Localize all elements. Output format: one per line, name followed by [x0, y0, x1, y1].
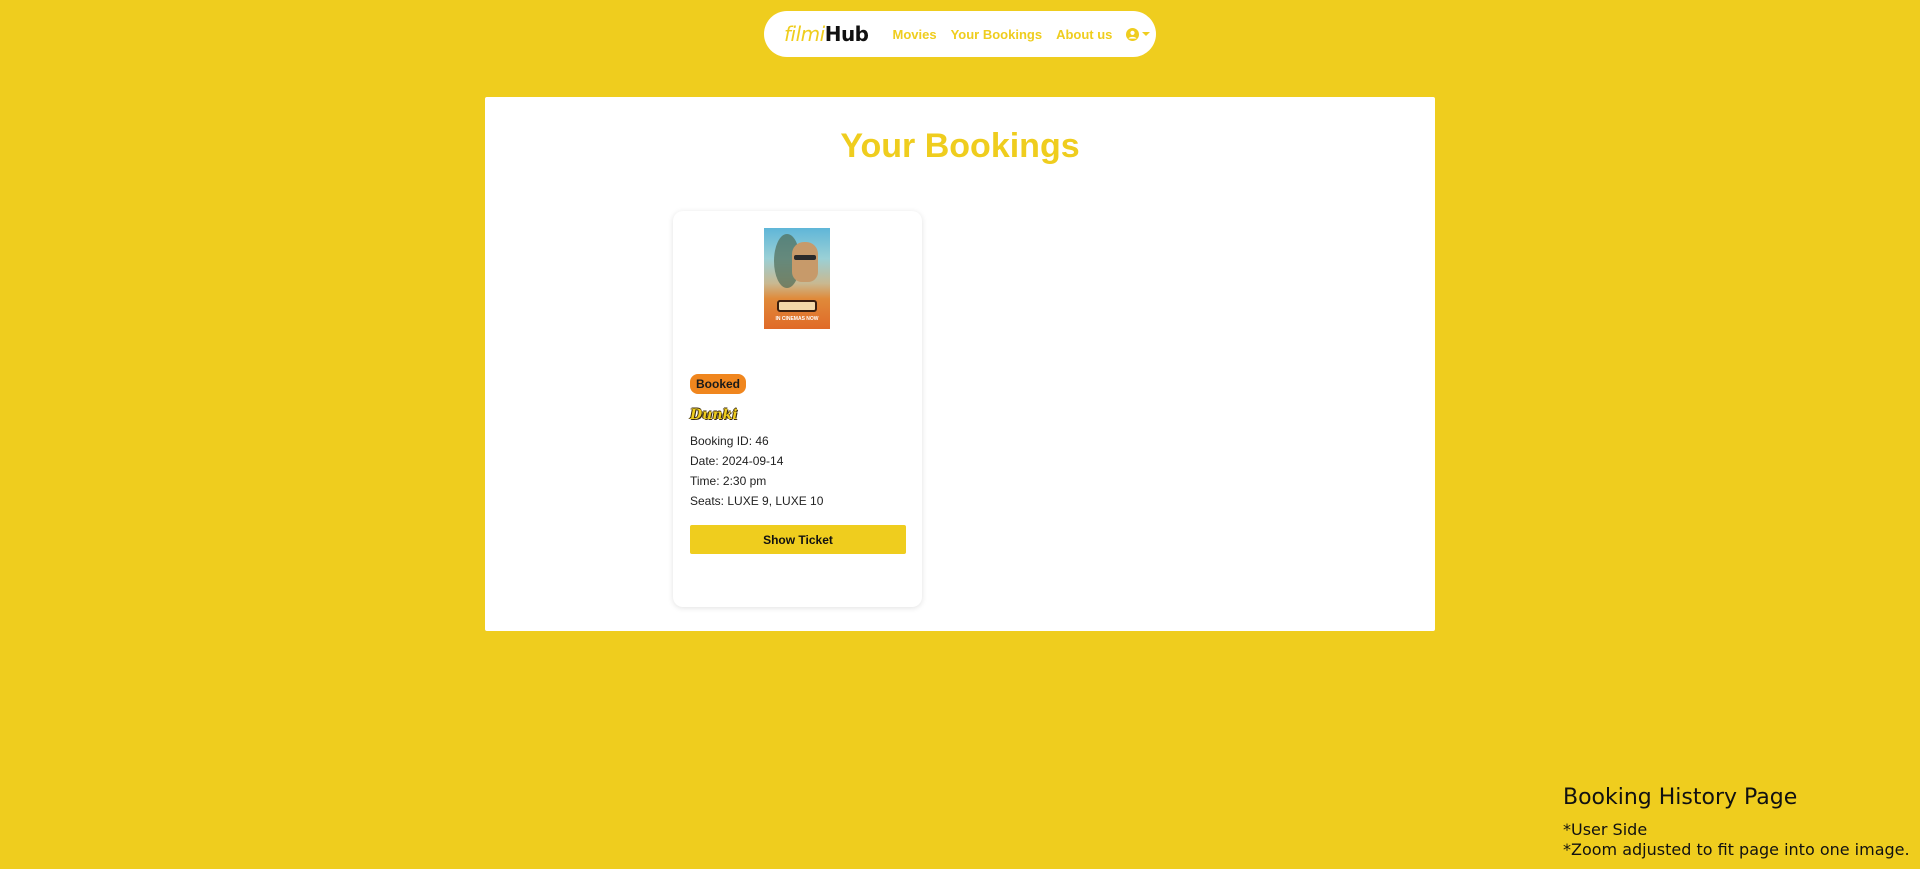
- chevron-down-icon: [1142, 32, 1151, 36]
- booking-time: Time: 2:30 pm: [690, 474, 767, 488]
- top-navbar: filmi Hub Movies Your Bookings About us: [764, 11, 1156, 57]
- account-dropdown-toggle[interactable]: [1126, 27, 1151, 41]
- booking-card: IN CINEMAS NOW Booked Dunki Booking ID: …: [673, 211, 922, 607]
- booking-id: Booking ID: 46: [690, 434, 769, 448]
- nav-link-your-bookings[interactable]: Your Bookings: [951, 27, 1042, 42]
- screenshot-annotation: Booking History Page *User Side *Zoom ad…: [1563, 785, 1910, 860]
- nav-link-movies[interactable]: Movies: [893, 27, 937, 42]
- booking-seats: Seats: LUXE 9, LUXE 10: [690, 494, 824, 508]
- page-title: Your Bookings: [840, 127, 1080, 165]
- bookings-panel: Your Bookings IN CINEMAS NOW Booked Dunk…: [485, 97, 1435, 631]
- user-circle-icon: [1126, 27, 1140, 41]
- nav-link-about-us[interactable]: About us: [1056, 27, 1112, 42]
- movie-poster: IN CINEMAS NOW: [764, 228, 830, 329]
- annotation-line-2: *Zoom adjusted to fit page into one imag…: [1563, 840, 1910, 859]
- annotation-title: Booking History Page: [1563, 785, 1798, 810]
- booking-date: Date: 2024-09-14: [690, 454, 784, 468]
- movie-title: Dunki: [690, 407, 738, 423]
- status-badge: Booked: [690, 374, 747, 394]
- poster-caption: IN CINEMAS NOW: [775, 316, 819, 322]
- annotation-line-1: *User Side: [1563, 820, 1648, 839]
- show-ticket-button[interactable]: Show Ticket: [690, 525, 906, 554]
- brand-logo[interactable]: filmi Hub: [784, 22, 869, 46]
- brand-logo-part2: Hub: [824, 22, 869, 46]
- brand-logo-part1: filmi: [784, 22, 825, 46]
